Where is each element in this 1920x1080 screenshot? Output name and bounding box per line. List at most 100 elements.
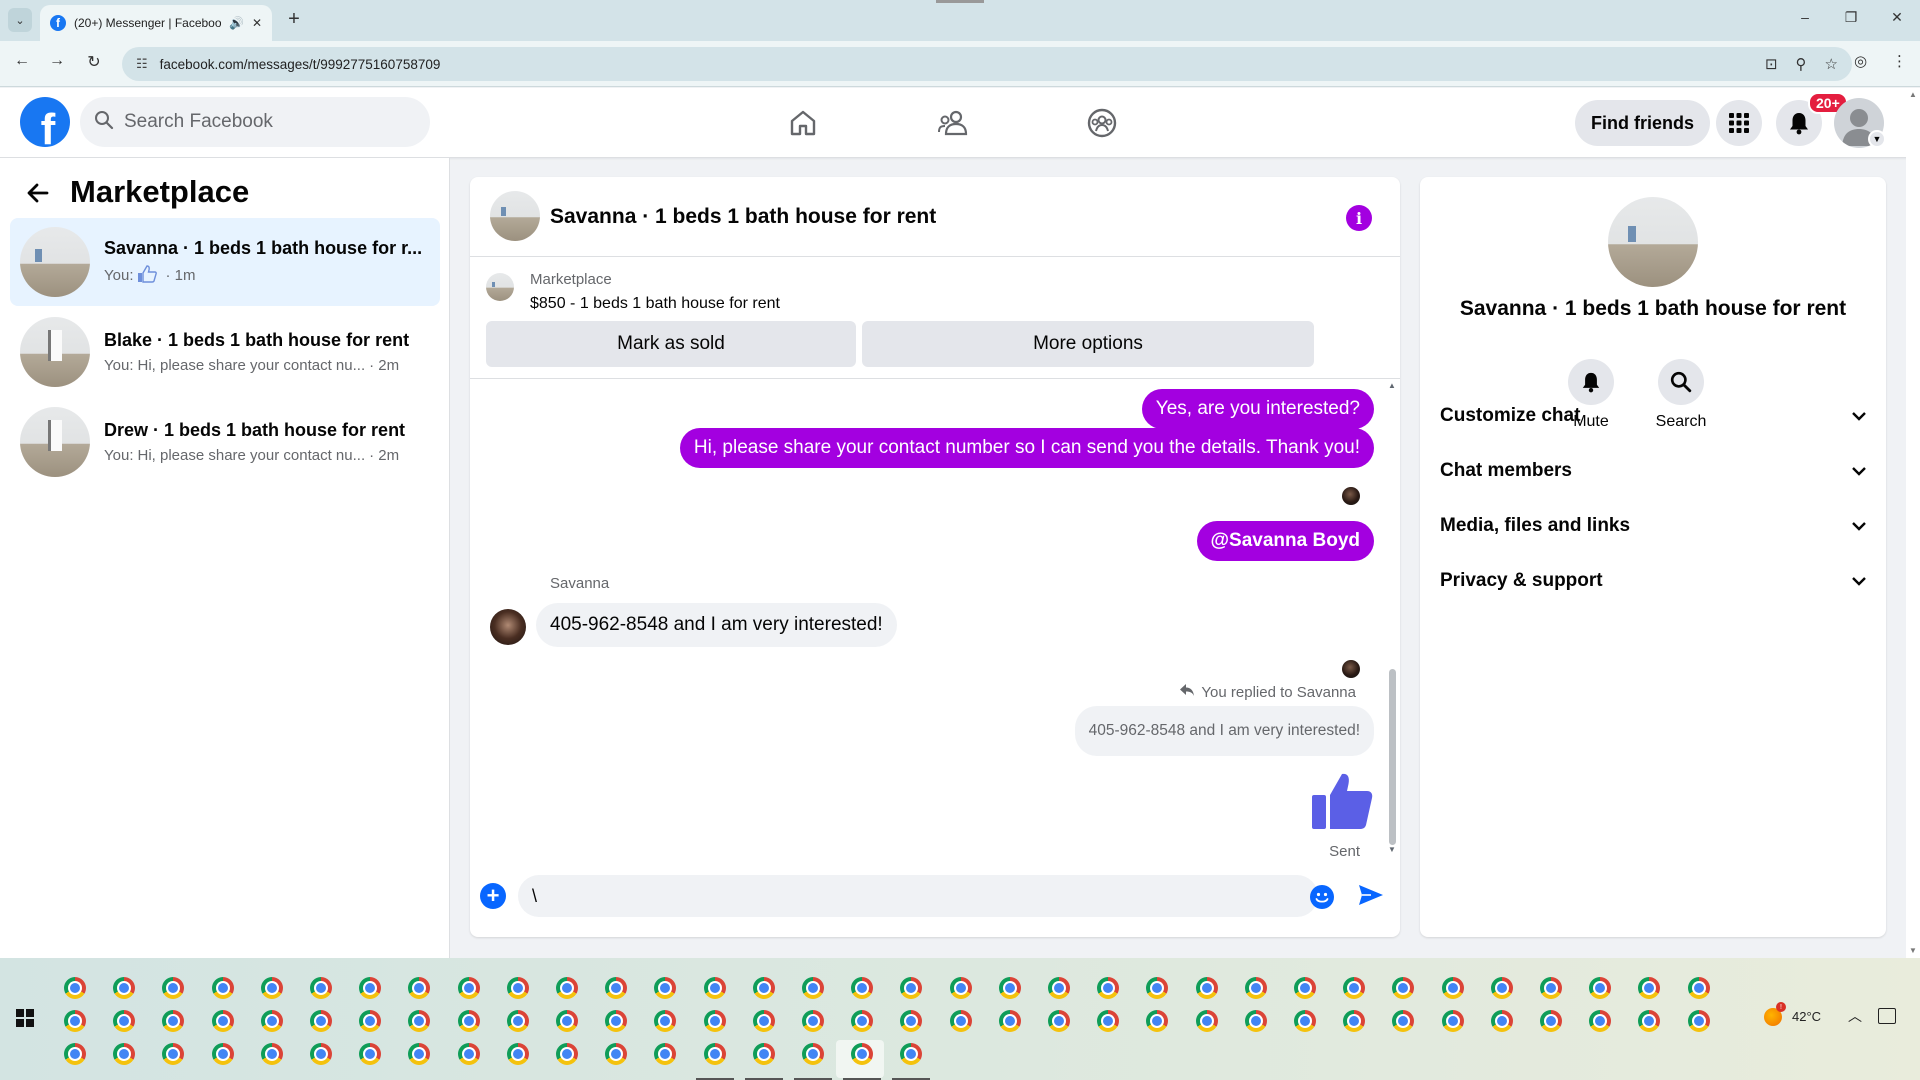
chrome-taskbar-icon[interactable] — [900, 1043, 923, 1065]
chrome-taskbar-icon[interactable] — [1294, 1010, 1316, 1032]
media-files-links-section[interactable]: Media, files and links — [1440, 501, 1866, 551]
chrome-taskbar-icon[interactable] — [1146, 1010, 1169, 1032]
chrome-taskbar-icon[interactable] — [1097, 1010, 1120, 1032]
chrome-taskbar-icon[interactable] — [457, 977, 480, 999]
chrome-taskbar-icon[interactable] — [1294, 977, 1316, 999]
chrome-taskbar-icon[interactable] — [752, 1010, 775, 1032]
chrome-taskbar-icon[interactable] — [408, 977, 431, 999]
send-icon[interactable] — [1358, 883, 1384, 912]
menu-grid-icon[interactable] — [1716, 100, 1762, 146]
chrome-taskbar-icon[interactable] — [162, 1010, 185, 1032]
facebook-logo-icon[interactable]: f — [20, 97, 70, 147]
chrome-taskbar-icon[interactable] — [703, 977, 726, 999]
back-icon[interactable]: ← — [10, 52, 34, 70]
bookmark-star-icon[interactable]: ☆ — [1825, 55, 1838, 73]
chrome-taskbar-icon[interactable] — [752, 977, 775, 999]
chrome-taskbar-icon[interactable] — [1097, 977, 1120, 999]
info-icon[interactable]: i — [1346, 205, 1372, 231]
outgoing-message[interactable]: Hi, please share your contact number so … — [679, 428, 1374, 468]
chrome-taskbar-icon[interactable] — [1441, 977, 1464, 999]
chat-members-section[interactable]: Chat members — [1440, 446, 1866, 496]
chrome-taskbar-icon[interactable] — [260, 1010, 283, 1032]
kebab-menu-icon[interactable]: ⋮ — [1892, 52, 1907, 70]
chrome-taskbar-icon[interactable] — [654, 1043, 677, 1065]
chrome-taskbar-icon[interactable] — [1589, 1010, 1612, 1032]
chrome-taskbar-icon[interactable] — [1638, 1010, 1661, 1032]
weather-temperature[interactable]: 42°C — [1792, 1009, 1821, 1024]
close-window-button[interactable]: ✕ — [1882, 9, 1912, 26]
mark-as-sold-button[interactable]: Mark as sold — [486, 321, 856, 367]
conversation-item-savanna[interactable]: Savanna · 1 beds 1 bath house for r... Y… — [10, 218, 440, 306]
chrome-taskbar-icon[interactable] — [408, 1043, 431, 1065]
chat-details-avatar[interactable] — [1608, 197, 1698, 287]
chrome-taskbar-icon[interactable] — [1392, 1010, 1415, 1032]
tab-search-menu-icon[interactable]: ⌄ — [8, 8, 32, 32]
chrome-taskbar-icon[interactable] — [64, 977, 86, 999]
chat-title[interactable]: Savanna · 1 beds 1 bath house for rent — [550, 205, 936, 229]
chrome-taskbar-icon[interactable] — [64, 1043, 86, 1065]
chrome-taskbar-icon[interactable] — [900, 1010, 923, 1032]
forward-icon[interactable]: → — [45, 52, 69, 70]
chrome-taskbar-icon[interactable] — [64, 1010, 86, 1032]
chrome-taskbar-icon[interactable] — [1392, 977, 1415, 999]
conversation-item-blake[interactable]: Blake · 1 beds 1 bath house for rent You… — [10, 308, 440, 396]
notification-center-icon[interactable] — [1878, 1008, 1896, 1024]
conversation-item-drew[interactable]: Drew · 1 beds 1 bath house for rent You:… — [10, 398, 440, 486]
plus-icon[interactable]: + — [480, 883, 506, 909]
chrome-taskbar-icon[interactable] — [1146, 977, 1169, 999]
chrome-taskbar-icon[interactable] — [605, 1010, 628, 1032]
chrome-taskbar-icon[interactable] — [211, 1010, 234, 1032]
chrome-taskbar-icon[interactable] — [802, 1010, 824, 1032]
chrome-taskbar-icon[interactable] — [1687, 977, 1710, 999]
chrome-taskbar-icon[interactable] — [506, 977, 529, 999]
chrome-taskbar-icon[interactable] — [998, 977, 1021, 999]
chrome-taskbar-icon[interactable] — [1343, 1010, 1366, 1032]
large-like-icon[interactable] — [1310, 771, 1374, 838]
chrome-taskbar-icon[interactable] — [359, 977, 382, 999]
chrome-taskbar-icon[interactable] — [851, 1010, 874, 1032]
chrome-taskbar-icon[interactable] — [998, 1010, 1021, 1032]
chrome-taskbar-icon[interactable] — [310, 977, 332, 999]
quoted-message[interactable]: 405-962-8548 and I am very interested! — [1074, 706, 1374, 756]
install-app-icon[interactable]: ⊡ — [1765, 55, 1778, 73]
chrome-taskbar-icon[interactable] — [506, 1043, 529, 1065]
chrome-taskbar-icon[interactable] — [162, 977, 185, 999]
chrome-taskbar-icon[interactable] — [1195, 977, 1218, 999]
friends-icon[interactable] — [928, 98, 978, 148]
chrome-taskbar-icon[interactable] — [605, 1043, 628, 1065]
chrome-taskbar-icon[interactable] — [851, 977, 874, 999]
chrome-taskbar-icon[interactable] — [359, 1043, 382, 1065]
profile-icon[interactable]: ◎ — [1854, 52, 1867, 70]
incoming-message[interactable]: 405-962-8548 and I am very interested! — [536, 603, 897, 647]
scroll-thumb[interactable] — [1389, 669, 1396, 845]
chrome-taskbar-icon[interactable] — [1343, 977, 1366, 999]
chrome-taskbar-icon[interactable] — [556, 1043, 578, 1065]
chrome-taskbar-icon[interactable] — [310, 1010, 332, 1032]
chrome-taskbar-icon[interactable] — [949, 977, 972, 999]
zoom-icon[interactable]: ⚲ — [1796, 55, 1807, 73]
windows-start-icon[interactable] — [16, 1009, 34, 1027]
chrome-taskbar-icon[interactable] — [556, 977, 578, 999]
restore-button[interactable]: ❐ — [1836, 9, 1866, 26]
chrome-taskbar-icon[interactable] — [113, 1043, 136, 1065]
chrome-taskbar-icon[interactable] — [1589, 977, 1612, 999]
chrome-taskbar-icon[interactable] — [457, 1010, 480, 1032]
chrome-taskbar-icon[interactable] — [1490, 977, 1513, 999]
chrome-taskbar-icon[interactable] — [457, 1043, 480, 1065]
page-scrollbar[interactable]: ▲ ▼ — [1906, 88, 1920, 958]
scroll-up-arrow-icon[interactable]: ▲ — [1388, 381, 1396, 390]
chrome-taskbar-icon[interactable] — [211, 977, 234, 999]
chrome-taskbar-icon[interactable] — [113, 1010, 136, 1032]
chrome-taskbar-icon[interactable] — [605, 977, 628, 999]
emoji-icon[interactable] — [1310, 885, 1334, 909]
new-tab-button[interactable]: + — [282, 8, 306, 31]
chrome-taskbar-icon[interactable] — [1441, 1010, 1464, 1032]
chrome-taskbar-icon[interactable] — [1540, 1010, 1562, 1032]
customize-chat-section[interactable]: Customize chat — [1440, 391, 1866, 441]
chrome-taskbar-icon[interactable] — [802, 977, 824, 999]
url-field[interactable]: ☷ facebook.com/messages/t/99927751607587… — [122, 47, 1852, 81]
chrome-taskbar-icon[interactable] — [1048, 977, 1070, 999]
chrome-taskbar-icon[interactable] — [703, 1010, 726, 1032]
site-info-icon[interactable]: ☷ — [136, 56, 148, 72]
chrome-taskbar-icon[interactable] — [359, 1010, 382, 1032]
